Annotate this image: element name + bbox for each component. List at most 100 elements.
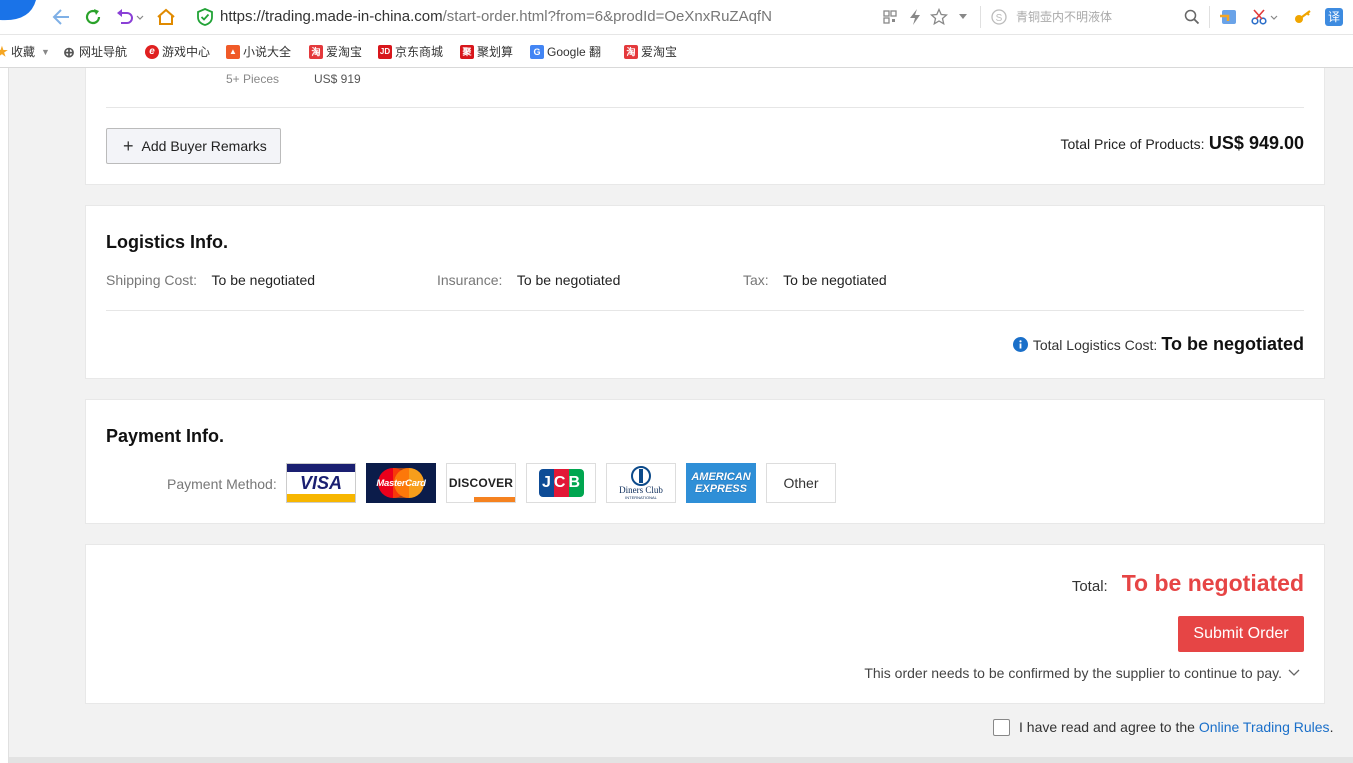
star-bookmark-icon[interactable] — [930, 8, 948, 26]
search-icon[interactable] — [1184, 9, 1200, 25]
bookmark-label: Google 翻 — [547, 45, 602, 59]
amex-icon: AMERICAN — [691, 471, 751, 483]
bookmark-favorites[interactable]: ★ 收藏 ▼ — [0, 43, 50, 60]
online-trading-rules-link[interactable]: Online Trading Rules — [1199, 719, 1330, 735]
total-products-price: Total Price of Products: US$ 949.00 — [1061, 133, 1304, 154]
star-icon: ★ — [0, 43, 8, 59]
chevron-down-icon — [1288, 669, 1300, 676]
bookmark-label: 小说大全 — [243, 45, 292, 59]
diners-club-sub: INTERNATIONAL — [625, 495, 657, 500]
globe-icon: ⊕ — [63, 43, 75, 60]
bookmark-item[interactable]: e 游戏中心 — [145, 43, 210, 60]
insurance: Insurance: To be negotiated — [437, 272, 620, 290]
submit-order-button[interactable]: Submit Order — [1178, 616, 1304, 652]
payment-visa[interactable]: VISA — [286, 463, 356, 503]
diners-club-icon — [631, 466, 651, 486]
juhuasuan-icon: 聚 — [460, 44, 474, 59]
bookmark-item[interactable]: 淘爱淘宝 — [624, 43, 677, 60]
key-icon[interactable] — [1294, 9, 1312, 25]
tax-value: To be negotiated — [783, 272, 887, 288]
payment-discover[interactable]: DISCOVER — [446, 463, 516, 503]
agree-text-label: I have read and agree to the — [1019, 719, 1195, 735]
divider — [106, 107, 1304, 108]
lightning-icon[interactable] — [907, 8, 923, 26]
discover-icon: DISCOVER — [448, 476, 514, 490]
page-bottom-edge — [9, 757, 1353, 763]
logistics-title: Logistics Info. — [106, 232, 229, 252]
price-tier-price: US$ 919 — [314, 72, 361, 86]
bookmark-label: 网址导航 — [79, 45, 128, 59]
bookmark-label: 京东商城 — [395, 45, 444, 59]
order-total-label: Total: — [1071, 578, 1108, 595]
undo-icon[interactable] — [115, 7, 145, 27]
chevron-down-icon[interactable] — [958, 13, 968, 21]
products-card: 5+ Pieces US$ 919 + Add Buyer Remarks To… — [85, 68, 1325, 185]
payment-amex[interactable]: AMERICAN EXPRESS — [686, 463, 756, 503]
order-summary-card: Total: To be negotiated Submit Order Thi… — [85, 544, 1325, 704]
logistics-card: Logistics Info. Shipping Cost: To be neg… — [85, 205, 1325, 379]
tax-label: Tax: — [743, 272, 769, 288]
toolbar-divider — [1209, 6, 1210, 28]
agree-checkbox[interactable] — [993, 719, 1010, 736]
chevron-down-icon: ▼ — [41, 46, 50, 57]
confirmation-note[interactable]: This order needs to be confirmed by the … — [864, 665, 1300, 681]
payment-method-label: Payment Method: — [167, 476, 277, 492]
back-arrow-icon[interactable] — [51, 8, 71, 26]
payment-card: Payment Info. Payment Method: VISA Maste… — [85, 399, 1325, 524]
toolbar-divider — [980, 6, 981, 28]
bookmark-item[interactable]: ▲ 小说大全 — [226, 43, 291, 60]
agree-text: I have read and agree to the Online Trad… — [1019, 719, 1333, 735]
translate-button[interactable]: 译 — [1325, 8, 1343, 26]
home-icon[interactable] — [156, 7, 176, 27]
confirmation-note-text: This order needs to be confirmed by the … — [864, 665, 1282, 681]
bookmark-item[interactable]: 淘爱淘宝 — [309, 43, 362, 60]
url-field[interactable]: https://trading.made-in-china.com/start-… — [220, 8, 772, 25]
diners-club-label: Diners Club — [619, 485, 663, 495]
order-total: Total: To be negotiated — [1072, 570, 1304, 597]
bookmark-label: 爱淘宝 — [326, 45, 363, 59]
shipping-cost-label: Shipping Cost: — [106, 272, 198, 288]
order-total-value: To be negotiated — [1121, 570, 1304, 596]
bookmark-item[interactable]: G Google 翻 — [530, 43, 601, 60]
qr-code-icon[interactable] — [883, 10, 897, 24]
discover-stripe — [447, 497, 515, 502]
visa-icon: VISA — [299, 472, 342, 493]
bookmark-label: 收藏 — [11, 45, 36, 59]
bookmarks-bar: ★ 收藏 ▼ ⊕ 网址导航 e 游戏中心 ▲ 小说大全 淘爱淘宝 JD 京东商城 聚聚划算… — [0, 35, 1353, 68]
shipping-cost: Shipping Cost: To be negotiated — [106, 272, 315, 290]
divider — [106, 310, 1304, 311]
add-buyer-remarks-button[interactable]: + Add Buyer Remarks — [106, 128, 281, 164]
plus-icon: + — [123, 136, 134, 156]
secure-shield-icon — [197, 8, 213, 26]
insurance-value: To be negotiated — [516, 272, 621, 288]
refresh-icon[interactable] — [83, 7, 103, 27]
info-icon[interactable] — [1012, 337, 1028, 352]
tax: Tax: To be negotiated — [743, 272, 887, 290]
shipping-cost-value: To be negotiated — [211, 272, 316, 288]
url-host: https://trading.made-in-china.com — [220, 8, 443, 25]
visa-stripe-top — [287, 464, 355, 472]
total-logistics-cost: Total Logistics Cost: To be negotiated — [1012, 334, 1304, 355]
total-logistics-label: Total Logistics Cost: — [1032, 336, 1158, 353]
left-page-edge — [0, 68, 9, 763]
payment-jcb[interactable]: JCB — [526, 463, 596, 503]
bookmark-item[interactable]: ⊕ 网址导航 — [62, 43, 127, 60]
bookmark-item[interactable]: 聚聚划算 — [460, 43, 513, 60]
total-products-label: Total Price of Products: — [1060, 136, 1205, 152]
taobao-icon: 淘 — [624, 44, 638, 59]
bookmark-item[interactable]: JD 京东商城 — [378, 43, 443, 60]
bookmark-label: 爱淘宝 — [641, 45, 678, 59]
payment-diners-club[interactable]: Diners Club INTERNATIONAL — [606, 463, 676, 503]
jd-icon: JD — [378, 44, 392, 59]
amex-sub: EXPRESS — [695, 483, 747, 495]
payment-mastercard[interactable]: MasterCard — [366, 463, 436, 503]
search-input[interactable]: 青铜壶内不明液体 — [988, 7, 1188, 28]
scissors-icon[interactable] — [1251, 8, 1279, 26]
extension-icon[interactable] — [1219, 8, 1239, 26]
payment-other[interactable]: Other — [766, 463, 836, 503]
game-icon: e — [145, 44, 159, 59]
agree-text-end: . — [1329, 719, 1334, 735]
browser-logo-icon — [0, 0, 36, 21]
taobao-icon: 淘 — [309, 44, 323, 59]
insurance-label: Insurance: — [437, 272, 503, 288]
